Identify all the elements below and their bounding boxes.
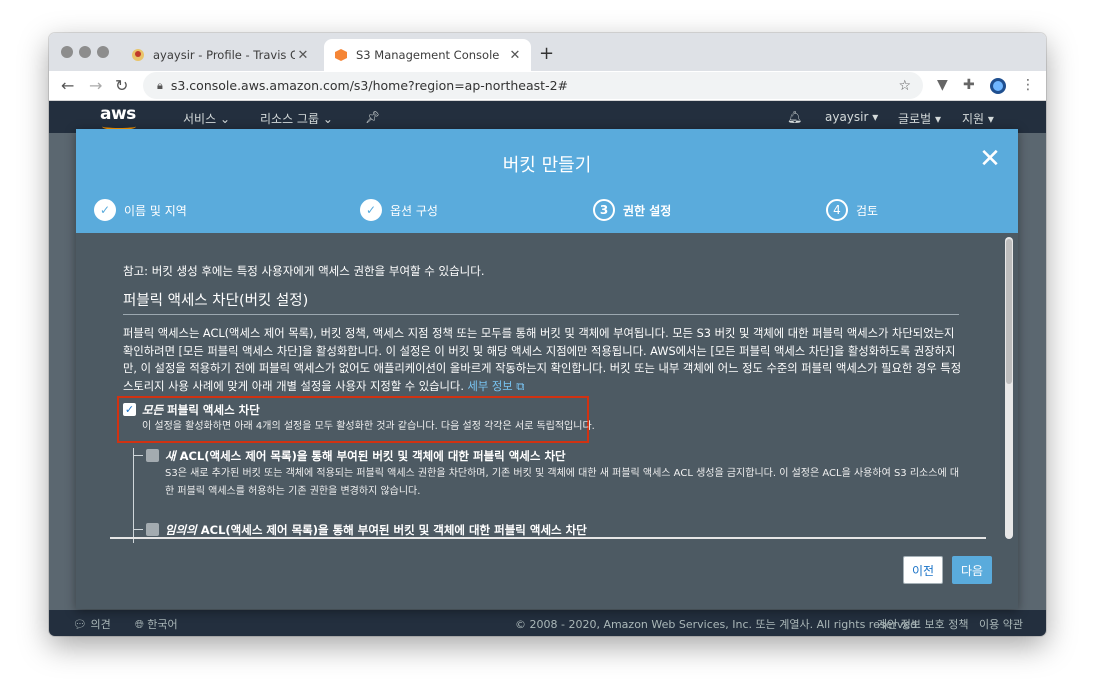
block-all-description: 이 설정을 활성화하면 아래 4개의 설정을 모두 활성화한 것과 같습니다. …: [142, 421, 595, 432]
tab-travis[interactable]: ayaysir - Profile - Travis CI ✕: [121, 39, 319, 71]
new-tab-icon[interactable]: +: [539, 43, 554, 64]
privacy-link[interactable]: 개인 정보 보호 정책: [877, 616, 968, 632]
external-link-icon: ⧉: [516, 379, 525, 393]
next-button[interactable]: 다음: [952, 556, 992, 584]
check-icon: ✓: [94, 199, 116, 221]
new-acl-description: S3은 새로 추가된 버킷 또는 객체에 적용되는 퍼블릭 액세스 권한을 차단…: [165, 468, 960, 497]
minimize-window-button[interactable]: [79, 46, 91, 58]
aws-footer: 💬︎ 의견 🌐︎ 한국어 © 2008 - 2020, Amazon Web S…: [49, 610, 1046, 636]
permissions-note: 참고: 버킷 생성 후에는 특정 사용자에게 액세스 권한을 부여할 수 있습니…: [123, 264, 485, 278]
step-number: 3: [593, 199, 615, 221]
services-menu[interactable]: 서비스 ⌄: [183, 110, 230, 127]
scrollbar-thumb[interactable]: [1006, 239, 1012, 384]
user-menu[interactable]: ayaysir ▾: [825, 110, 878, 124]
region-menu[interactable]: 글로벌 ▾: [898, 110, 941, 127]
tab-s3-console[interactable]: S3 Management Console ✕: [324, 39, 531, 71]
menu-kebab-icon[interactable]: ⋮: [1021, 77, 1035, 93]
wizard-steps: ✓ 이름 및 지역 ✓ 옵션 구성 3 권한 설정 4 검토: [76, 191, 1018, 229]
step-number: 4: [826, 199, 848, 221]
tab-title: ayaysir - Profile - Travis CI: [153, 48, 295, 62]
extension-vee-icon[interactable]: ▼: [937, 77, 948, 93]
aws-logo[interactable]: aws: [100, 104, 136, 130]
block-all-label[interactable]: 모든 퍼블릭 액세스 차단: [142, 402, 260, 418]
step-name-region[interactable]: ✓ 이름 및 지역: [94, 199, 187, 221]
address-bar[interactable]: 🔒︎ s3.console.aws.amazon.com/s3/home?reg…: [143, 72, 923, 99]
language-link[interactable]: 🌐︎ 한국어: [135, 616, 178, 632]
resource-groups-menu[interactable]: 리소스 그룹 ⌄: [260, 110, 333, 127]
forward-arrow-icon[interactable]: →: [89, 76, 102, 95]
terms-link[interactable]: 이용 약관: [979, 616, 1023, 632]
body-bottom-border: [110, 537, 986, 539]
aws-favicon-icon: [335, 49, 347, 61]
pin-icon[interactable]: 📌︎: [365, 110, 380, 124]
step-permissions[interactable]: 3 권한 설정: [593, 199, 671, 221]
close-window-button[interactable]: [61, 46, 73, 58]
support-menu[interactable]: 지원 ▾: [962, 110, 994, 127]
back-arrow-icon[interactable]: ←: [61, 76, 74, 95]
extensions-puzzle-icon[interactable]: ✚: [963, 77, 975, 93]
previous-button[interactable]: 이전: [903, 556, 943, 584]
section-description: 퍼블릭 액세스는 ACL(액세스 제어 목록), 버킷 정책, 액세스 지점 정…: [123, 327, 962, 393]
step-review[interactable]: 4 검토: [826, 199, 878, 221]
modal-header: 버킷 만들기 ✕ ✓ 이름 및 지역 ✓ 옵션 구성 3 권한 설정 4 검토: [76, 129, 1018, 233]
reload-icon[interactable]: ↻: [115, 76, 128, 95]
block-all-checkbox[interactable]: ✓: [123, 403, 136, 416]
close-icon[interactable]: ✕: [978, 146, 1002, 172]
modal-body: 참고: 버킷 생성 후에는 특정 사용자에게 액세스 권한을 부여할 수 있습니…: [76, 233, 1018, 543]
modal-scrollbar[interactable]: [1005, 237, 1013, 539]
browser-toolbar: ← → ↻ 🔒︎ s3.console.aws.amazon.com/s3/ho…: [49, 71, 1046, 101]
step-options[interactable]: ✓ 옵션 구성: [360, 199, 438, 221]
bell-icon[interactable]: 🔔︎: [787, 110, 802, 124]
tree-branch: [133, 529, 143, 530]
feedback-link[interactable]: 💬︎ 의견: [73, 616, 111, 632]
browser-window: ayaysir - Profile - Travis CI ✕ S3 Manag…: [49, 33, 1046, 636]
zoom-window-button[interactable]: [97, 46, 109, 58]
modal-title: 버킷 만들기: [502, 155, 592, 176]
section-divider: [123, 314, 959, 315]
travis-favicon-icon: [132, 49, 144, 61]
profile-avatar[interactable]: [989, 77, 1007, 95]
close-tab-icon[interactable]: ✕: [295, 48, 311, 63]
any-acl-checkbox[interactable]: [146, 523, 159, 536]
create-bucket-modal: 버킷 만들기 ✕ ✓ 이름 및 지역 ✓ 옵션 구성 3 권한 설정 4 검토: [76, 129, 1018, 609]
tree-branch: [133, 455, 143, 456]
tab-title: S3 Management Console: [356, 48, 500, 62]
learn-more-link[interactable]: 세부 정보 ⧉: [468, 380, 525, 393]
tab-strip: ayaysir - Profile - Travis CI ✕ S3 Manag…: [49, 33, 1046, 71]
check-icon: ✓: [360, 199, 382, 221]
bookmark-star-icon[interactable]: ☆: [898, 78, 911, 94]
new-acl-checkbox[interactable]: [146, 449, 159, 462]
new-acl-label[interactable]: 새 ACL(액세스 제어 목록)을 통해 부여된 버킷 및 객체에 대한 퍼블릭…: [165, 448, 566, 464]
section-title: 퍼블릭 액세스 차단(버킷 설정): [123, 293, 309, 309]
any-acl-label[interactable]: 임의의 ACL(액세스 제어 목록)을 통해 부여된 버킷 및 객체에 대한 퍼…: [165, 522, 587, 538]
copyright-text: © 2008 - 2020, Amazon Web Services, Inc.…: [515, 618, 921, 631]
close-tab-icon[interactable]: ✕: [507, 48, 523, 63]
lock-icon: 🔒︎: [157, 78, 163, 92]
url-text: s3.console.aws.amazon.com/s3/home?region…: [170, 78, 569, 93]
